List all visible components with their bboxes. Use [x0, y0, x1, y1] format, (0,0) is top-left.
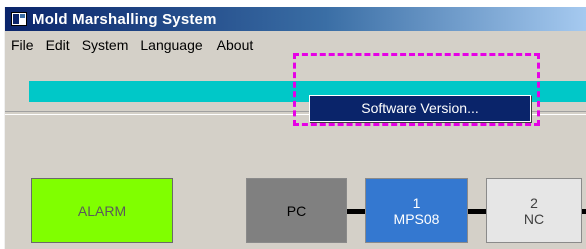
node-label: MPS08 — [393, 210, 440, 227]
menu-file[interactable]: File — [5, 35, 40, 55]
node-2[interactable]: 2 NC — [486, 178, 582, 243]
connector-line — [347, 209, 365, 214]
node-label: PC — [286, 202, 307, 219]
alarm-label: ALARM — [77, 202, 127, 219]
menu-about[interactable]: About — [211, 35, 260, 55]
node-number: 1 — [412, 194, 421, 211]
menu-system[interactable]: System — [76, 35, 135, 55]
connector-line — [468, 209, 486, 214]
main-window: Mold Marshalling System File Edit System… — [4, 7, 586, 249]
app-window-icon — [11, 12, 27, 26]
menu-bar: File Edit System Language About — [5, 31, 586, 58]
node-pc[interactable]: PC — [246, 178, 347, 243]
node-label: NC — [523, 210, 545, 227]
menu-edit[interactable]: Edit — [40, 35, 76, 55]
title-bar[interactable]: Mold Marshalling System — [5, 7, 586, 31]
window-title: Mold Marshalling System — [32, 10, 217, 28]
menu-item-software-version[interactable]: Software Version... — [309, 95, 531, 122]
node-number: 2 — [530, 194, 538, 211]
connector-line — [582, 209, 586, 214]
menu-language[interactable]: Language — [134, 35, 208, 55]
node-1[interactable]: 1 MPS08 — [365, 178, 468, 243]
alarm-indicator[interactable]: ALARM — [31, 178, 173, 243]
